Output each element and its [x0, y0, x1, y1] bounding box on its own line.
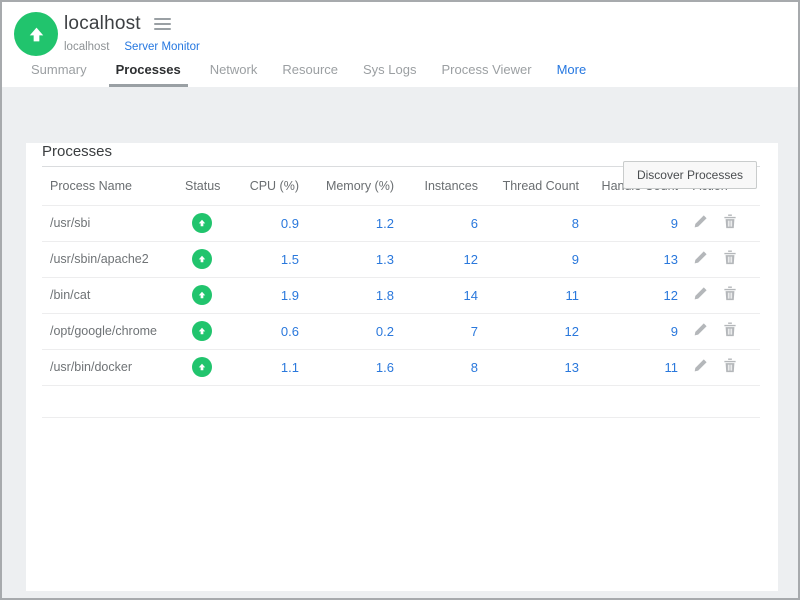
tab-more[interactable]: More: [554, 62, 590, 87]
thread-count-cell[interactable]: 8: [478, 205, 579, 241]
status-up-icon: [192, 249, 212, 269]
edit-button[interactable]: [693, 214, 708, 232]
breadcrumb: localhost Server Monitor: [64, 41, 200, 53]
title-row: localhost: [64, 13, 173, 35]
status-up-icon: [192, 321, 212, 341]
memory-cell[interactable]: 1.2: [299, 205, 394, 241]
col-instances: Instances: [394, 167, 478, 205]
trash-icon: [723, 250, 737, 265]
status-up-icon: [192, 213, 212, 233]
edit-button[interactable]: [693, 322, 708, 340]
tab-network[interactable]: Network: [207, 62, 261, 87]
status-up-icon: [192, 285, 212, 305]
delete-button[interactable]: [723, 286, 737, 304]
instances-cell[interactable]: 8: [394, 349, 478, 385]
cpu-cell[interactable]: 1.5: [230, 241, 299, 277]
page-title: localhost: [64, 13, 141, 35]
table-row: /usr/bin/docker 1.1 1.6 8 13 11: [42, 349, 760, 385]
process-name-cell: /opt/google/chrome: [42, 313, 185, 349]
col-status: Status: [185, 167, 230, 205]
tab-summary[interactable]: Summary: [28, 62, 90, 87]
up-arrow-icon: [26, 24, 47, 45]
server-up-logo-icon: [14, 12, 58, 56]
discover-processes-button[interactable]: Discover Processes: [623, 161, 757, 189]
process-name-cell: /usr/sbi: [42, 205, 185, 241]
trash-icon: [723, 322, 737, 337]
pencil-icon: [693, 214, 708, 229]
cpu-cell[interactable]: 1.9: [230, 277, 299, 313]
handle-count-cell[interactable]: 13: [579, 241, 678, 277]
thread-count-cell[interactable]: 13: [478, 349, 579, 385]
pencil-icon: [693, 286, 708, 301]
handle-count-cell[interactable]: 9: [579, 313, 678, 349]
empty-row: [42, 385, 760, 417]
cpu-cell[interactable]: 0.6: [230, 313, 299, 349]
hamburger-menu-icon[interactable]: [152, 16, 173, 32]
pencil-icon: [693, 322, 708, 337]
edit-button[interactable]: [693, 358, 708, 376]
pencil-icon: [693, 358, 708, 373]
instances-cell[interactable]: 12: [394, 241, 478, 277]
memory-cell[interactable]: 1.3: [299, 241, 394, 277]
table-row: /usr/sbi 0.9 1.2 6 8 9: [42, 205, 760, 241]
trash-icon: [723, 286, 737, 301]
server-monitor-link[interactable]: Server Monitor: [124, 41, 199, 53]
delete-button[interactable]: [723, 214, 737, 232]
cpu-cell[interactable]: 1.1: [230, 349, 299, 385]
thread-count-cell[interactable]: 9: [478, 241, 579, 277]
process-name-cell: /usr/bin/docker: [42, 349, 185, 385]
delete-button[interactable]: [723, 358, 737, 376]
process-name-cell: /bin/cat: [42, 277, 185, 313]
processes-card: Discover Processes Processes Process Nam…: [26, 143, 778, 591]
tab-processes[interactable]: Processes: [109, 62, 188, 87]
processes-table: Process Name Status CPU (%) Memory (%) I…: [42, 167, 760, 418]
delete-button[interactable]: [723, 250, 737, 268]
status-up-icon: [192, 357, 212, 377]
trash-icon: [723, 214, 737, 229]
delete-button[interactable]: [723, 322, 737, 340]
col-memory: Memory (%): [299, 167, 394, 205]
host-label: localhost: [64, 41, 109, 53]
thread-count-cell[interactable]: 12: [478, 313, 579, 349]
tab-process-viewer[interactable]: Process Viewer: [439, 62, 535, 87]
col-cpu: CPU (%): [230, 167, 299, 205]
instances-cell[interactable]: 14: [394, 277, 478, 313]
tab-bar: Summary Processes Network Resource Sys L…: [28, 62, 589, 87]
edit-button[interactable]: [693, 250, 708, 268]
instances-cell[interactable]: 7: [394, 313, 478, 349]
thread-count-cell[interactable]: 11: [478, 277, 579, 313]
tab-resource[interactable]: Resource: [279, 62, 341, 87]
process-name-cell: /usr/sbin/apache2: [42, 241, 185, 277]
handle-count-cell[interactable]: 12: [579, 277, 678, 313]
memory-cell[interactable]: 0.2: [299, 313, 394, 349]
col-thread-count: Thread Count: [478, 167, 579, 205]
memory-cell[interactable]: 1.8: [299, 277, 394, 313]
col-process-name: Process Name: [42, 167, 185, 205]
table-row: /usr/sbin/apache2 1.5 1.3 12 9 13: [42, 241, 760, 277]
edit-button[interactable]: [693, 286, 708, 304]
cpu-cell[interactable]: 0.9: [230, 205, 299, 241]
tab-sys-logs[interactable]: Sys Logs: [360, 62, 419, 87]
handle-count-cell[interactable]: 9: [579, 205, 678, 241]
page-background: Discover Processes Processes Process Nam…: [2, 87, 798, 600]
pencil-icon: [693, 250, 708, 265]
table-row: /opt/google/chrome 0.6 0.2 7 12 9: [42, 313, 760, 349]
trash-icon: [723, 358, 737, 373]
table-row: /bin/cat 1.9 1.8 14 11 12: [42, 277, 760, 313]
handle-count-cell[interactable]: 11: [579, 349, 678, 385]
instances-cell[interactable]: 6: [394, 205, 478, 241]
app-window: localhost localhost Server Monitor Summa…: [0, 0, 800, 600]
app-header: localhost localhost Server Monitor Summa…: [2, 2, 798, 87]
memory-cell[interactable]: 1.6: [299, 349, 394, 385]
